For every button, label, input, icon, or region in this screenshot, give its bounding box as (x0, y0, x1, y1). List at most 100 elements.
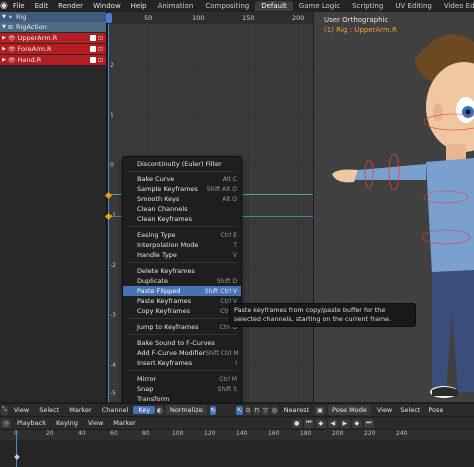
channel-bone-label: ForeArm.R (17, 45, 52, 53)
channel-action-label: RigAction (16, 23, 47, 31)
menu-item-paste-flipped[interactable]: Paste Flipped Shift Ctrl V (123, 286, 241, 296)
viewport-editor-icon[interactable]: ▣ (315, 405, 325, 415)
menu-item-smooth-keys[interactable]: Smooth Keys Alt O (123, 194, 241, 204)
visibility-icon[interactable]: 👁 (8, 35, 16, 42)
menu-item-handle-type[interactable]: Handle Type V (123, 250, 241, 260)
play-icon[interactable]: ▶ (339, 418, 350, 428)
menu-separator (127, 262, 237, 263)
3d-viewport[interactable] (314, 12, 474, 402)
menu-help[interactable]: Help (126, 2, 152, 10)
menu-item-clean-keyframes[interactable]: Clean Keyframes (123, 214, 241, 224)
expand-icon[interactable]: ▶ (0, 57, 8, 63)
tab-scripting[interactable]: Scripting (346, 1, 389, 11)
vp-pose-menu[interactable]: Pose (424, 406, 447, 414)
menu-item-duplicate[interactable]: Duplicate Shift D (123, 276, 241, 286)
menu-separator (127, 370, 237, 371)
timeline-tick: 40 (78, 430, 86, 437)
tab-video-editing[interactable]: Video Editing (438, 1, 474, 11)
pivot-dropdown[interactable]: Nearest (279, 406, 314, 414)
expand-icon[interactable]: ▶ (0, 46, 8, 52)
menu-item-paste-keyframes[interactable]: Paste Keyframes Ctrl V (123, 296, 241, 306)
header-key[interactable]: Key (133, 406, 156, 414)
header-marker[interactable]: Marker (64, 406, 96, 414)
pivot-icon[interactable]: ⊙ (244, 405, 252, 415)
filter-icon[interactable]: ▽ (262, 405, 269, 415)
snap-icon[interactable]: ⊓ (253, 405, 261, 415)
current-frame-badge[interactable] (106, 13, 112, 23)
lock-icon[interactable]: ⊡ (98, 35, 103, 42)
menu-edit[interactable]: Edit (30, 2, 54, 10)
menu-window[interactable]: Window (88, 2, 126, 10)
tab-default[interactable]: Default (255, 1, 293, 11)
vp-view-menu[interactable]: View (373, 406, 396, 414)
menu-separator (127, 318, 237, 319)
channel-bone-forearm[interactable]: ▶ 👁 ForeArm.R ⊡ (0, 44, 106, 54)
play-reverse-icon[interactable]: ◀ (327, 418, 338, 428)
record-icon[interactable]: ● (291, 418, 302, 428)
tl-marker[interactable]: Marker (108, 419, 140, 427)
menu-item-bake-sound[interactable]: Bake Sound to F-Curves (123, 338, 241, 348)
mode-dropdown[interactable]: Pose Mode (328, 405, 371, 415)
vp-select-menu[interactable]: Select (396, 406, 424, 414)
menu-item-insert-keyframes[interactable]: Insert Keyframes I (123, 358, 241, 368)
header-channel[interactable]: Channel (97, 406, 134, 414)
tl-view[interactable]: View (83, 419, 108, 427)
menu-item-mirror[interactable]: Mirror Ctrl M (123, 374, 241, 384)
menu-item-bake-curve[interactable]: Bake Curve Alt C (123, 174, 241, 184)
channel-bone-upperarm[interactable]: ▶ 👁 UpperArm.R ⊡ (0, 33, 106, 43)
expand-icon[interactable]: ▶ (0, 35, 8, 41)
tab-uv-editing[interactable]: UV Editing (389, 1, 438, 11)
y-axis-label: -2 (110, 262, 116, 269)
menu-item-copy-keyframes[interactable]: Copy KeyframesCtrl C (123, 306, 241, 316)
proportional-icon[interactable]: ◎ (270, 405, 278, 415)
tl-keying[interactable]: Keying (51, 419, 83, 427)
tl-playback[interactable]: Playback (12, 419, 51, 427)
prev-key-icon[interactable]: ◆ (315, 418, 326, 428)
lock-icon[interactable]: ⊡ (98, 57, 103, 64)
channel-rig[interactable]: ▼ ✶ Rig (0, 12, 106, 22)
jump-start-icon[interactable]: ⏮ (303, 418, 314, 428)
frame-ruler[interactable]: 0 50 100 150 200 (108, 12, 313, 24)
timeline-tick: 80 (142, 430, 150, 437)
channel-action[interactable]: ▼ ⊠ RigAction (0, 22, 106, 32)
blender-logo-icon[interactable]: ◉ (0, 1, 8, 11)
menu-item-interpolation-mode[interactable]: Interpolation Mode T (123, 240, 241, 250)
tab-game-logic[interactable]: Game Logic (293, 1, 346, 11)
top-bar: ◉ File Edit Render Window Help Animation… (0, 0, 474, 12)
jump-end-icon[interactable]: ⏭ (363, 418, 374, 428)
menu-item-delete-keyframes[interactable]: Delete Keyframes (123, 266, 241, 276)
viewport-header: ▣ Pose Mode View Select Pose (314, 404, 474, 416)
clock-icon[interactable]: ◷ (1, 418, 11, 428)
checkbox-icon[interactable] (89, 56, 96, 63)
visibility-toggle-icon[interactable]: ◐ (156, 405, 163, 415)
menu-item-clean-channels[interactable]: Clean Channels (123, 204, 241, 214)
tab-compositing[interactable]: Compositing (199, 1, 255, 11)
collapse-icon[interactable]: ▼ (0, 14, 8, 20)
tab-animation[interactable]: Animation (152, 1, 200, 11)
normalize-toggle[interactable]: Normalize (165, 405, 207, 415)
menu-item-discontinuity-filter[interactable]: Discontinuity (Euler) Filter (123, 159, 241, 169)
menu-file[interactable]: File (8, 2, 30, 10)
next-key-icon[interactable]: ◆ (351, 418, 362, 428)
menu-item-snap[interactable]: Snap Shift S (123, 384, 241, 394)
header-view[interactable]: View (9, 406, 34, 414)
visibility-icon[interactable]: 👁 (8, 57, 16, 64)
menu-render[interactable]: Render (53, 2, 88, 10)
menu-item-add-fcurve-modifier[interactable]: Add F-Curve Modifier Shift Ctrl M (123, 348, 241, 358)
lock-icon[interactable]: ⊡ (98, 46, 103, 53)
channel-bone-hand[interactable]: ▶ 👁 Hand.R ⊡ (0, 55, 106, 65)
editor-type-icon[interactable]: ⤡ (1, 405, 8, 415)
visibility-icon[interactable]: 👁 (8, 46, 16, 53)
timeline-tick: 100 (172, 430, 184, 437)
cursor-icon[interactable]: ↖ (235, 405, 243, 415)
header-select[interactable]: Select (34, 406, 64, 414)
collapse-icon[interactable]: ▼ (0, 24, 8, 30)
checkbox-icon[interactable] (89, 45, 96, 52)
auto-normalize-icon[interactable]: ↻ (209, 405, 217, 415)
menu-item-jump-to-keyframes[interactable]: Jump to Keyframes Ctrl G (123, 322, 241, 332)
menu-item-easing-type[interactable]: Easing Type Ctrl E (123, 230, 241, 240)
checkbox-icon[interactable] (89, 34, 96, 41)
timeline-current-frame[interactable] (16, 430, 17, 467)
menu-item-sample-keyframes[interactable]: Sample Keyframes Shift Alt O (123, 184, 241, 194)
menu-item-transform[interactable]: Transform (123, 394, 241, 404)
